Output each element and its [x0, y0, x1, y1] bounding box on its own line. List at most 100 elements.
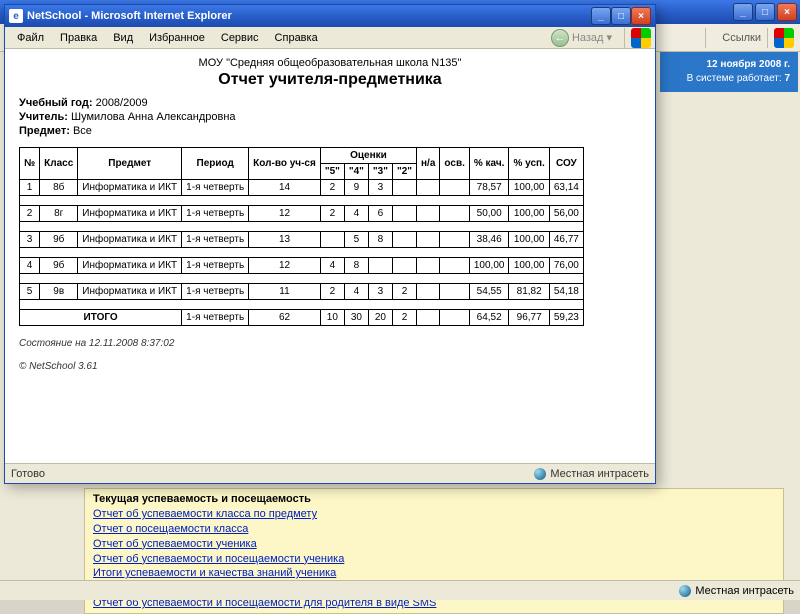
subject-value: Все — [73, 125, 92, 137]
cell-qual: 100,00 — [469, 258, 509, 274]
cell-period: 1-я четверть — [182, 180, 249, 196]
cell-subject: Информатика и ИКТ — [78, 180, 182, 196]
bg-close-button[interactable]: × — [777, 3, 797, 21]
cell-subject: Информатика и ИКТ — [78, 258, 182, 274]
cell-g2 — [392, 258, 416, 274]
cell-osv — [440, 180, 469, 196]
report-link[interactable]: Отчет о посещаемости класса — [93, 522, 775, 537]
menu-view[interactable]: Вид — [105, 30, 141, 46]
links-toolbar-item[interactable]: Ссылки — [722, 32, 761, 44]
table-row: 18бИнформатика и ИКТ1-я четверть1429378,… — [20, 180, 584, 196]
cell-num: 2 — [20, 206, 40, 222]
system-date: 12 ноября 2008 г. — [668, 58, 790, 72]
report-link[interactable]: Отчет об успеваемости и посещаемости уче… — [93, 552, 775, 567]
cell-na — [417, 284, 440, 300]
menu-help[interactable]: Справка — [267, 30, 326, 46]
total-label: ИТОГО — [20, 310, 182, 326]
cell-g2 — [392, 180, 416, 196]
cell-na — [417, 206, 440, 222]
online-label: В системе работает: — [687, 73, 782, 84]
cell-succ: 100,00 — [509, 258, 549, 274]
globe-icon — [679, 585, 691, 597]
cell-count: 13 — [249, 232, 321, 248]
ie-minimize-button[interactable]: _ — [591, 7, 611, 25]
col-qual: % кач. — [469, 148, 509, 180]
col-g4: "4" — [344, 164, 368, 180]
bg-zone-text: Местная интрасеть — [695, 585, 794, 597]
nav-back-button[interactable]: ← Назад ▾ — [545, 27, 618, 49]
table-row: 39бИнформатика и ИКТ1-я четверть135838,4… — [20, 232, 584, 248]
cell-g3: 8 — [368, 232, 392, 248]
cell-g5: 2 — [320, 284, 344, 300]
cell-osv — [440, 258, 469, 274]
col-osv: осв. — [440, 148, 469, 180]
cell-count: 11 — [249, 284, 321, 300]
ie-titlebar[interactable]: e NetSchool - Microsoft Internet Explore… — [5, 5, 655, 27]
meta-year: Учебный год: 2008/2009 — [19, 97, 641, 109]
side-info-panel: 12 ноября 2008 г. В системе работает: 7 — [660, 52, 798, 92]
total-osv — [440, 310, 469, 326]
table-row: 59вИнформатика и ИКТ1-я четверть11243254… — [20, 284, 584, 300]
row-spacer — [20, 222, 584, 232]
cell-g4: 4 — [344, 284, 368, 300]
total-g2: 2 — [392, 310, 416, 326]
menu-favorites[interactable]: Избранное — [141, 30, 213, 46]
cell-subject: Информатика и ИКТ — [78, 206, 182, 222]
cell-count: 12 — [249, 258, 321, 274]
cell-subject: Информатика и ИКТ — [78, 232, 182, 248]
footer-state: Состояние на 12.11.2008 8:37:02 — [19, 338, 641, 349]
cell-sou: 63,14 — [549, 180, 583, 196]
year-label: Учебный год: — [19, 97, 93, 109]
bg-minimize-button[interactable]: _ — [733, 3, 753, 21]
back-arrow-icon: ← — [551, 29, 569, 47]
col-g5: "5" — [320, 164, 344, 180]
separator — [767, 28, 768, 48]
windows-flag-icon — [631, 28, 651, 48]
cell-num: 5 — [20, 284, 40, 300]
bg-statusbar: Местная интрасеть — [0, 580, 800, 600]
cell-g5: 2 — [320, 206, 344, 222]
bg-maximize-button[interactable]: □ — [755, 3, 775, 21]
cell-g2: 2 — [392, 284, 416, 300]
menu-service[interactable]: Сервис — [213, 30, 267, 46]
cell-count: 14 — [249, 180, 321, 196]
col-succ: % усп. — [509, 148, 549, 180]
cell-na — [417, 180, 440, 196]
cell-g3: 3 — [368, 180, 392, 196]
online-row: В системе работает: 7 — [668, 72, 790, 86]
separator — [624, 28, 625, 48]
total-g5: 10 — [320, 310, 344, 326]
report-link[interactable]: Итоги успеваемости и качества знаний уче… — [93, 566, 775, 581]
total-row: ИТОГО1-я четверть62103020264,5296,7759,2… — [20, 310, 584, 326]
row-spacer — [20, 300, 584, 310]
cell-class: 8б — [40, 180, 78, 196]
menu-edit[interactable]: Правка — [52, 30, 105, 46]
report-link[interactable]: Отчет об успеваемости ученика — [93, 537, 775, 552]
row-spacer — [20, 274, 584, 284]
cell-g5: 2 — [320, 180, 344, 196]
links-label: Ссылки — [722, 32, 761, 44]
cell-g4: 8 — [344, 258, 368, 274]
menu-file[interactable]: Файл — [9, 30, 52, 46]
cell-sou: 46,77 — [549, 232, 583, 248]
cell-sou: 76,00 — [549, 258, 583, 274]
cell-g3: 6 — [368, 206, 392, 222]
cell-na — [417, 258, 440, 274]
col-sou: СОУ — [549, 148, 583, 180]
subject-label: Предмет: — [19, 125, 70, 137]
ie-zone: Местная интрасеть — [534, 468, 649, 480]
total-sou: 59,23 — [549, 310, 583, 326]
total-succ: 96,77 — [509, 310, 549, 326]
footer-app: © NetSchool 3.61 — [19, 361, 641, 372]
col-num: № — [20, 148, 40, 180]
ie-maximize-button[interactable]: □ — [611, 7, 631, 25]
total-period: 1-я четверть — [182, 310, 249, 326]
ie-statusbar: Готово Местная интрасеть — [5, 463, 655, 483]
total-g3: 20 — [368, 310, 392, 326]
col-na: н/а — [417, 148, 440, 180]
cell-g2 — [392, 206, 416, 222]
ie-close-button[interactable]: × — [631, 7, 651, 25]
report-link[interactable]: Отчет об успеваемости класса по предмету — [93, 507, 775, 522]
col-grades: Оценки — [320, 148, 416, 164]
ie-window: e NetSchool - Microsoft Internet Explore… — [4, 4, 656, 484]
